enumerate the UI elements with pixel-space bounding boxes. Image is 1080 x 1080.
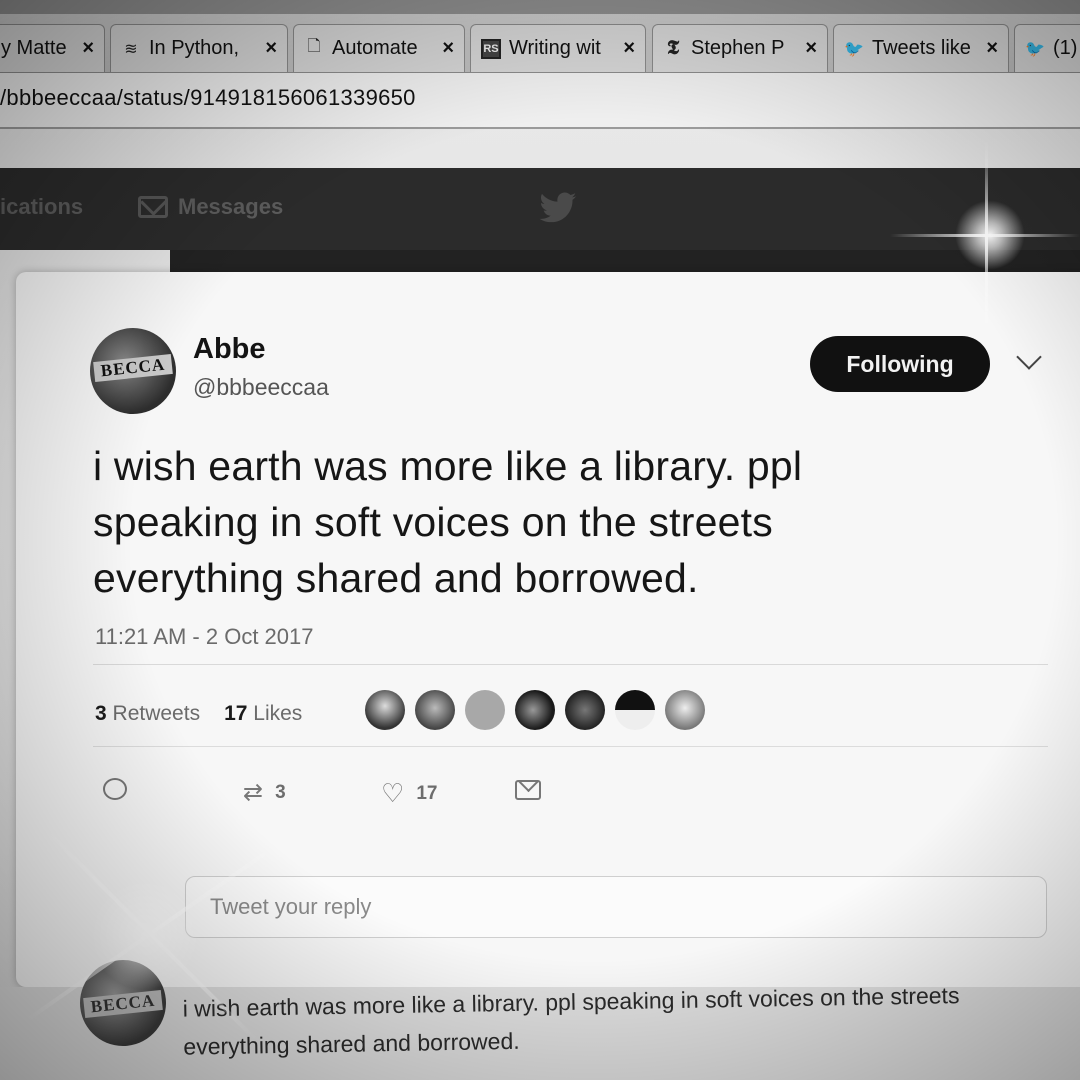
like-button[interactable]: ♡ 17 (381, 778, 437, 809)
tab-title: y Matte (1, 37, 67, 59)
reply-avatar[interactable]: BECCA (80, 960, 166, 1046)
browser-tab[interactable]: y Matte × (0, 24, 105, 72)
likes-label: Likes (253, 702, 303, 725)
envelope-icon (515, 780, 541, 800)
nav-notifications-label: ications (0, 194, 84, 219)
envelope-icon (138, 196, 168, 218)
divider (93, 664, 1048, 665)
tab-title: In Python, (149, 37, 240, 59)
heart-icon: ♡ (381, 778, 405, 808)
divider (93, 746, 1048, 747)
retweets-count: 3 (95, 702, 107, 725)
direct-message-button[interactable] (515, 780, 541, 800)
browser-tab-strip: y Matte × ≋ In Python, × 🗋 Automate × RS… (0, 0, 1080, 73)
browser-tab[interactable]: 𝕿 Stephen P × (652, 24, 828, 72)
close-icon[interactable]: × (986, 37, 998, 60)
address-bar[interactable]: /bbbeeccaa/status/914918156061339650 (0, 73, 1080, 129)
browser-tab[interactable]: 🗋 Automate × (293, 24, 465, 72)
retweet-button[interactable]: ⇄ 3 (243, 778, 286, 807)
close-icon[interactable]: × (623, 37, 635, 60)
nav-messages[interactable]: Messages (138, 194, 283, 220)
stack-icon: ≋ (124, 40, 138, 58)
close-icon[interactable]: × (265, 37, 277, 60)
avatar-label: BECCA (93, 353, 173, 383)
tab-title: Automate (332, 37, 418, 59)
quoted-tweet-text: i wish earth was more like a library. pp… (182, 982, 960, 1060)
tweet-stats: 3 Retweets 17 Likes (95, 702, 302, 726)
likes-stat[interactable]: 17 Likes (224, 702, 302, 726)
close-icon[interactable]: × (442, 37, 454, 60)
browser-tab[interactable]: 🐦 (1) (1014, 24, 1080, 72)
tab-title: Writing wit (509, 37, 601, 59)
retweet-action-count: 3 (275, 781, 286, 803)
liker-avatar[interactable] (415, 690, 455, 730)
tab-title: Stephen P (691, 37, 785, 59)
tab-title: Tweets like (872, 37, 971, 59)
window-titlebar (0, 0, 1080, 14)
tab-title: (1) (1053, 37, 1078, 59)
browser-tab[interactable]: 🐦 Tweets like × (833, 24, 1009, 72)
rs-logo-icon: RS (481, 38, 501, 59)
browser-tab[interactable]: RS Writing wit × (470, 24, 646, 72)
tweet-text: i wish earth was more like a library. pp… (93, 443, 803, 601)
twitter-bird-icon: 🐦 (844, 40, 864, 58)
url-text[interactable]: /bbbeeccaa/status/914918156061339650 (0, 85, 416, 111)
nav-notifications[interactable]: ications (0, 194, 83, 220)
following-button[interactable]: Following (810, 336, 990, 392)
author-handle[interactable]: @bbbeeccaa (193, 374, 329, 401)
liker-avatar[interactable] (665, 690, 705, 730)
liker-avatars (365, 690, 705, 730)
liker-avatar[interactable] (365, 690, 405, 730)
like-action-count: 17 (416, 782, 438, 804)
nyt-logo-icon: 𝕿 (666, 37, 680, 59)
reply-button[interactable] (103, 778, 127, 800)
author-avatar[interactable]: BECCA (90, 328, 176, 414)
retweets-label: Retweets (112, 702, 201, 725)
avatar-label: BECCA (83, 989, 163, 1019)
close-icon[interactable]: × (805, 37, 817, 60)
reply-icon (103, 778, 127, 800)
twitter-bird-icon: 🐦 (1025, 40, 1045, 58)
nav-messages-label: Messages (178, 194, 284, 219)
retweet-icon: ⇄ (243, 779, 264, 806)
likes-count: 17 (224, 702, 248, 725)
photo-of-screen: y Matte × ≋ In Python, × 🗋 Automate × RS… (0, 0, 1080, 1080)
author-name[interactable]: Abbe (193, 333, 266, 366)
twitter-logo-icon[interactable] (538, 192, 578, 226)
liker-avatar[interactable] (615, 690, 655, 730)
reply-input[interactable]: Tweet your reply (185, 876, 1047, 938)
document-icon: 🗋 (307, 38, 321, 55)
liker-avatar[interactable] (515, 690, 555, 730)
tweet-timestamp[interactable]: 11:21 AM - 2 Oct 2017 (95, 624, 314, 650)
liker-avatar[interactable] (565, 690, 605, 730)
browser-tab[interactable]: ≋ In Python, × (110, 24, 288, 72)
liker-avatar[interactable] (465, 690, 505, 730)
close-icon[interactable]: × (82, 37, 94, 60)
retweets-stat[interactable]: 3 Retweets (95, 702, 200, 726)
